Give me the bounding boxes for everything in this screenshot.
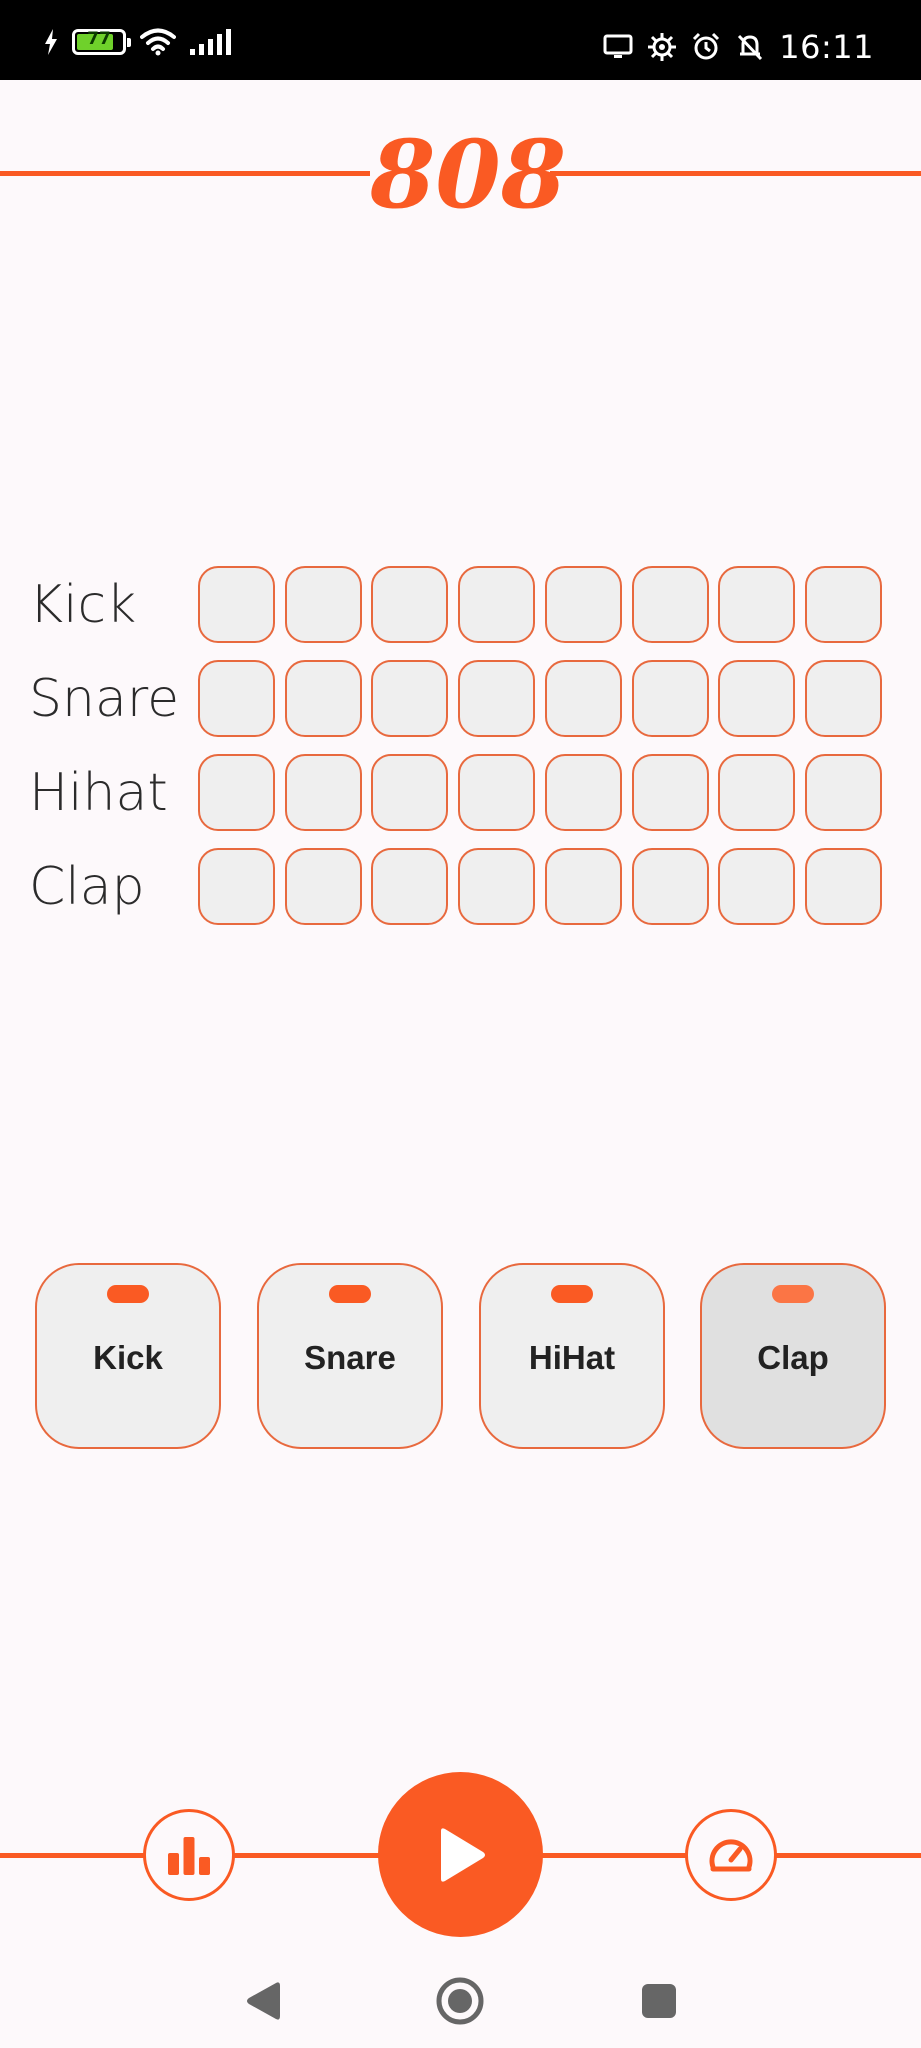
pad-indicator bbox=[329, 1285, 371, 1303]
settings-cog-icon bbox=[648, 33, 677, 61]
status-time: 16:11 bbox=[779, 28, 874, 66]
recents-icon bbox=[642, 1984, 676, 2018]
pad-label: Snare bbox=[304, 1339, 396, 1376]
nav-back-button[interactable] bbox=[232, 1971, 292, 2031]
back-icon bbox=[247, 1982, 280, 2020]
step-cell[interactable] bbox=[458, 754, 536, 831]
cellular-signal-icon bbox=[190, 29, 231, 55]
step-cell[interactable] bbox=[284, 566, 362, 643]
play-button[interactable] bbox=[378, 1772, 543, 1937]
step-cell[interactable] bbox=[458, 848, 536, 925]
header: 808 bbox=[0, 120, 921, 230]
step-cell[interactable] bbox=[631, 566, 709, 643]
tempo-button[interactable] bbox=[685, 1809, 777, 1901]
row-label: Hihat bbox=[29, 763, 168, 823]
title-rule-left bbox=[0, 171, 370, 176]
step-cell[interactable] bbox=[631, 754, 709, 831]
pad-snare[interactable]: Snare bbox=[257, 1263, 443, 1449]
step-cell[interactable] bbox=[544, 566, 622, 643]
step-cell[interactable] bbox=[544, 848, 622, 925]
step-cell[interactable] bbox=[544, 754, 622, 831]
drum-pads: Kick Snare HiHat Clap bbox=[0, 1263, 921, 1451]
step-cell[interactable] bbox=[284, 660, 362, 737]
pad-hihat[interactable]: HiHat bbox=[479, 1263, 665, 1449]
nav-home-button[interactable] bbox=[430, 1971, 490, 2031]
sequencer-row-kick: Kick bbox=[0, 565, 921, 645]
row-label: Snare bbox=[29, 669, 180, 729]
step-cell[interactable] bbox=[198, 566, 275, 643]
battery-icon: 77 bbox=[72, 29, 131, 55]
step-cell[interactable] bbox=[371, 754, 449, 831]
step-cell[interactable] bbox=[804, 660, 882, 737]
alarm-icon bbox=[693, 32, 720, 60]
step-cell[interactable] bbox=[718, 660, 796, 737]
pad-kick[interactable]: Kick bbox=[35, 1263, 221, 1449]
navigation-bar bbox=[0, 1955, 921, 2048]
step-cell[interactable] bbox=[198, 660, 275, 737]
step-cell[interactable] bbox=[371, 660, 449, 737]
wifi-icon bbox=[140, 28, 176, 56]
pad-indicator bbox=[107, 1285, 149, 1303]
nav-recents-button[interactable] bbox=[629, 1971, 689, 2031]
sequencer-row-hihat: Hihat bbox=[0, 753, 921, 833]
sequencer-row-snare: Snare bbox=[0, 659, 921, 739]
step-cell[interactable] bbox=[198, 754, 275, 831]
home-icon bbox=[436, 1977, 484, 2025]
step-cell[interactable] bbox=[458, 660, 536, 737]
step-cell[interactable] bbox=[718, 566, 796, 643]
pad-indicator bbox=[772, 1285, 814, 1303]
row-label: Kick bbox=[29, 575, 137, 635]
status-bar-left: 77 bbox=[44, 28, 234, 56]
step-cell[interactable] bbox=[631, 660, 709, 737]
step-cell[interactable] bbox=[284, 754, 362, 831]
status-bar: 77 16:11 bbox=[0, 0, 921, 80]
pad-indicator bbox=[551, 1285, 593, 1303]
transport-bar bbox=[0, 1770, 921, 1940]
bar-chart-icon bbox=[168, 1837, 210, 1875]
sequencer-row-clap: Clap bbox=[0, 847, 921, 927]
step-cell[interactable] bbox=[718, 754, 796, 831]
step-cell[interactable] bbox=[631, 848, 709, 925]
notifications-off-icon bbox=[738, 34, 763, 61]
step-cell[interactable] bbox=[804, 754, 882, 831]
pad-label: Clap bbox=[757, 1339, 829, 1376]
play-icon bbox=[440, 1827, 485, 1882]
step-cell[interactable] bbox=[284, 848, 362, 925]
step-cell[interactable] bbox=[371, 566, 449, 643]
speedometer-icon bbox=[709, 1839, 753, 1872]
step-cell[interactable] bbox=[371, 848, 449, 925]
step-cell[interactable] bbox=[458, 566, 536, 643]
levels-button[interactable] bbox=[143, 1809, 235, 1901]
step-cell[interactable] bbox=[544, 660, 622, 737]
row-label: Clap bbox=[29, 857, 145, 917]
step-cell[interactable] bbox=[804, 848, 882, 925]
charging-bolt-icon bbox=[45, 29, 57, 55]
title-rule-right bbox=[550, 171, 921, 176]
page-title: 808 bbox=[370, 120, 567, 230]
pad-label: Kick bbox=[93, 1339, 163, 1376]
step-cell[interactable] bbox=[804, 566, 882, 643]
battery-level: 77 bbox=[87, 29, 111, 49]
step-cell[interactable] bbox=[718, 848, 796, 925]
status-bar-right: 16:11 bbox=[603, 28, 874, 66]
pad-label: HiHat bbox=[528, 1339, 616, 1376]
screen-cast-icon bbox=[603, 34, 633, 58]
pad-clap[interactable]: Clap bbox=[700, 1263, 886, 1449]
step-cell[interactable] bbox=[198, 848, 275, 925]
